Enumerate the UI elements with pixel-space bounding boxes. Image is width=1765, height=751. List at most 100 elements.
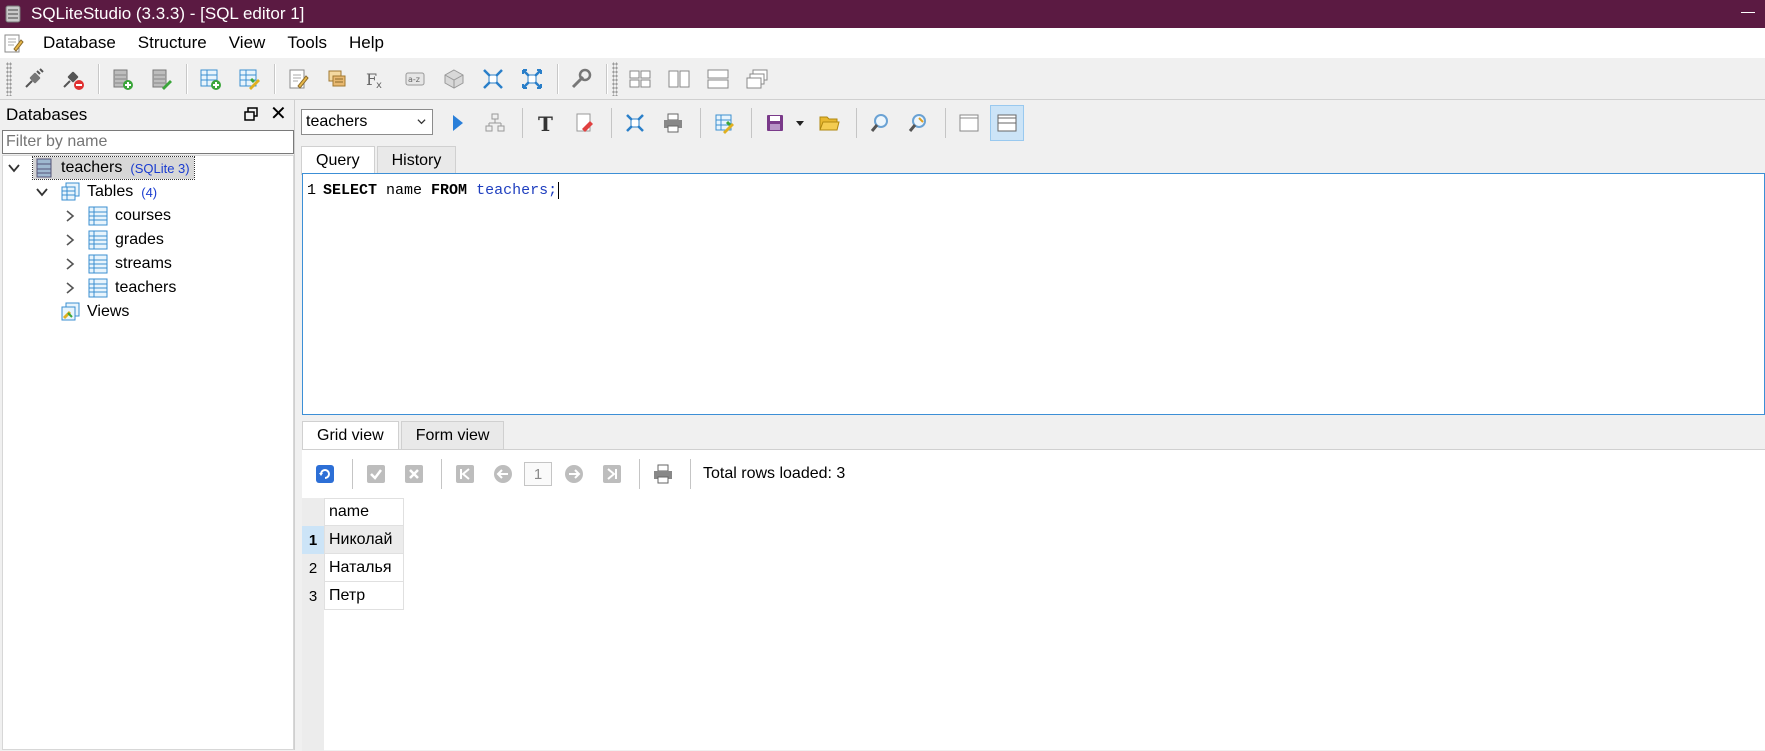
chevron-right-icon[interactable] [63, 209, 77, 223]
configuration-button[interactable] [563, 62, 599, 96]
filter-by-name-input[interactable] [2, 130, 294, 154]
toolbar-grip[interactable] [612, 61, 618, 96]
create-table-button[interactable] [192, 62, 228, 96]
print-results-button[interactable] [646, 457, 680, 491]
import-button[interactable] [475, 62, 511, 96]
format-sql-button[interactable]: T [529, 105, 563, 141]
editor-toolbar: teachers T [298, 100, 1765, 144]
results-in-tab-button[interactable] [952, 105, 986, 141]
databases-panel-title: Databases [6, 104, 88, 124]
menu-view[interactable]: View [218, 33, 277, 53]
svg-text:x: x [376, 80, 382, 91]
edit-table-button[interactable] [231, 62, 267, 96]
toolbar-separator [690, 459, 691, 489]
minimize-button[interactable] [1741, 12, 1755, 13]
find-button[interactable] [863, 105, 897, 141]
tree-item-tables[interactable]: Tables (4) [35, 180, 157, 204]
last-page-button[interactable] [595, 457, 629, 491]
tile-icon [629, 70, 651, 87]
next-page-button[interactable] [557, 457, 591, 491]
chevron-right-icon[interactable] [63, 257, 77, 271]
tab-grid-view[interactable]: Grid view [302, 421, 399, 449]
caret-down-icon [796, 121, 804, 126]
tab-history[interactable]: History [376, 146, 457, 174]
tree-item-views[interactable]: Views [59, 300, 129, 324]
tree-item-database[interactable]: teachers (SQLite 3) [7, 156, 195, 180]
rollback-button[interactable] [397, 457, 431, 491]
find-replace-button[interactable] [901, 105, 935, 141]
column-header[interactable]: name [324, 498, 404, 526]
collations-button[interactable]: a-z [397, 62, 433, 96]
page-number[interactable]: 1 [524, 462, 552, 486]
chevron-right-icon[interactable] [63, 281, 77, 295]
menu-help[interactable]: Help [338, 33, 395, 53]
sql-editor-textarea[interactable]: 1 SELECT name FROM teachers ; [302, 173, 1765, 415]
commit-button[interactable] [359, 457, 393, 491]
database-select[interactable]: teachers [301, 109, 433, 135]
open-sql-editor-button[interactable] [280, 62, 316, 96]
chevron-right-icon[interactable] [63, 233, 77, 247]
arrow-right-icon [565, 465, 583, 483]
table-icon [88, 230, 108, 250]
sql-editor-window-icon[interactable] [2, 32, 24, 54]
tab-query[interactable]: Query [301, 146, 375, 175]
edit-database-button[interactable] [143, 62, 179, 96]
save-options-dropdown[interactable] [792, 105, 808, 141]
print-button[interactable] [656, 105, 690, 141]
table-cell[interactable]: Петр [324, 582, 404, 610]
functions-editor-button[interactable] [319, 62, 355, 96]
create-view-button[interactable] [707, 105, 741, 141]
float-panel-icon[interactable] [244, 107, 258, 121]
tree-item-table[interactable]: streams [63, 252, 172, 276]
row-number[interactable]: 2 [302, 554, 324, 582]
tile-windows-button[interactable] [622, 62, 658, 96]
menu-structure[interactable]: Structure [127, 33, 218, 53]
tree-item-table[interactable]: grades [63, 228, 164, 252]
add-database-button[interactable] [104, 62, 140, 96]
printer-icon [664, 113, 682, 133]
menu-database[interactable]: Database [32, 33, 127, 53]
tile-horizontal-button[interactable] [661, 62, 697, 96]
toolbar-separator [94, 62, 104, 96]
table-row[interactable]: 3 Петр [302, 582, 404, 610]
tile-vertical-button[interactable] [700, 62, 736, 96]
table-row[interactable]: 2 Наталья [302, 554, 404, 582]
results-below-query-button[interactable] [990, 105, 1024, 141]
svg-text:a-z: a-z [408, 75, 420, 84]
toolbar-grip[interactable] [6, 61, 12, 96]
execute-query-button[interactable] [440, 105, 474, 141]
connect-button[interactable] [16, 62, 52, 96]
toolbar-separator [182, 62, 192, 96]
sql-keyword: SELECT [323, 182, 378, 199]
table-row[interactable]: 1 Николай [302, 526, 404, 554]
sql-functions-button[interactable]: F x [358, 62, 394, 96]
database-tree: teachers (SQLite 3) Tables (4) courses g… [2, 155, 294, 750]
database-node[interactable]: teachers (SQLite 3) [32, 156, 195, 180]
chevron-down-icon[interactable] [35, 185, 49, 199]
refresh-results-button[interactable] [308, 457, 342, 491]
first-page-button[interactable] [448, 457, 482, 491]
chevron-down-icon[interactable] [7, 161, 21, 175]
cascade-windows-button[interactable] [739, 62, 775, 96]
tables-folder-icon [61, 182, 80, 201]
save-sql-button[interactable] [758, 105, 792, 141]
menu-tools[interactable]: Tools [276, 33, 338, 53]
export-button[interactable] [514, 62, 550, 96]
toolbar-separator [856, 108, 857, 138]
row-number[interactable]: 1 [302, 526, 324, 554]
disconnect-button[interactable] [55, 62, 91, 96]
tree-item-table[interactable]: courses [63, 204, 171, 228]
extensions-button[interactable] [436, 62, 472, 96]
row-number[interactable]: 3 [302, 582, 324, 610]
export-results-button[interactable] [618, 105, 652, 141]
tab-form-view[interactable]: Form view [400, 421, 505, 449]
close-panel-icon[interactable]: ✕ [270, 104, 287, 124]
open-sql-file-button[interactable] [812, 105, 846, 141]
explain-query-button[interactable] [478, 105, 512, 141]
previous-page-button[interactable] [486, 457, 520, 491]
refresh-icon [316, 465, 334, 483]
tree-item-table[interactable]: teachers [63, 276, 176, 300]
table-cell[interactable]: Николай [324, 526, 404, 554]
table-cell[interactable]: Наталья [324, 554, 404, 582]
clear-editor-button[interactable] [567, 105, 601, 141]
